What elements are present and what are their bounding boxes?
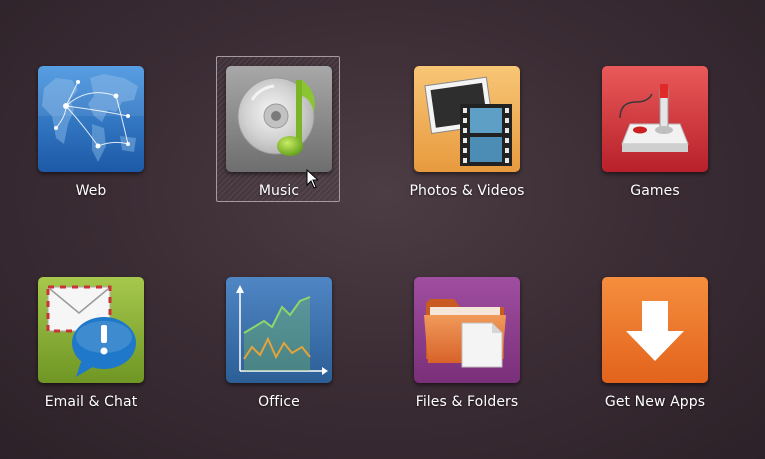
chart-document-icon <box>226 277 332 383</box>
folder-file-icon <box>414 277 520 383</box>
launcher-item-office[interactable]: Office <box>216 267 340 413</box>
launcher-item-email-chat[interactable]: Email & Chat <box>28 267 152 413</box>
mouse-pointer-icon <box>306 169 318 189</box>
launcher-item-label: Files & Folders <box>415 394 519 410</box>
launcher-item-web[interactable]: Web <box>28 56 152 202</box>
launcher-item-games[interactable]: Games <box>592 56 716 202</box>
launcher-item-files-folders[interactable]: Files & Folders <box>404 267 528 413</box>
music-cd-icon <box>226 66 332 172</box>
launcher-item-label: Email & Chat <box>44 394 138 410</box>
launcher-item-get-new-apps[interactable]: Get New Apps <box>592 267 716 413</box>
launcher-item-photos-videos[interactable]: Photos & Videos <box>404 56 528 202</box>
launcher-item-label: Web <box>75 183 107 199</box>
launcher-item-music[interactable]: Music <box>216 56 340 202</box>
launcher-item-label: Get New Apps <box>604 394 706 410</box>
download-arrow-icon <box>602 277 708 383</box>
globe-network-icon <box>38 66 144 172</box>
joystick-icon <box>602 66 708 172</box>
launcher-item-label: Music <box>258 183 300 199</box>
launcher-item-label: Photos & Videos <box>409 183 525 199</box>
photos-film-icon <box>414 66 520 172</box>
launcher-item-label: Games <box>630 183 680 199</box>
launcher-item-label: Office <box>258 394 300 410</box>
email-chat-icon <box>38 277 144 383</box>
